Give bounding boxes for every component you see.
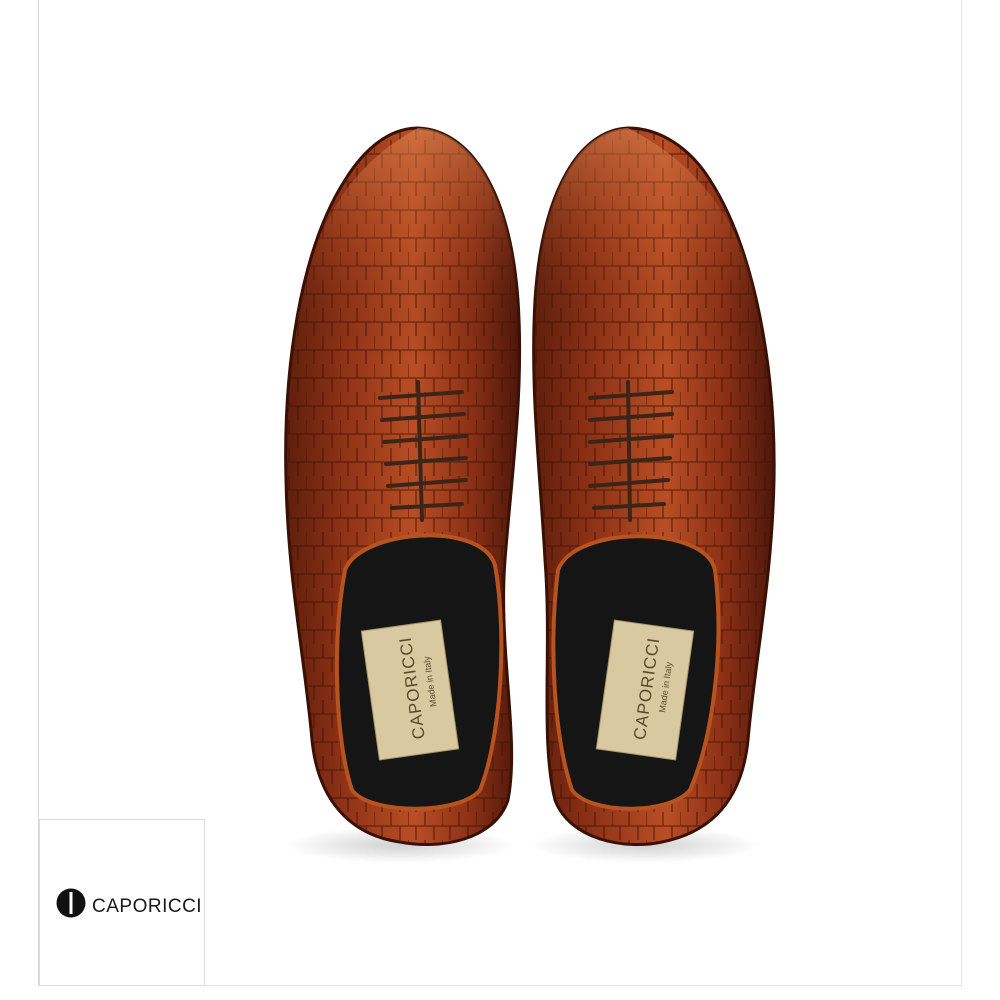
caporicci-logo-icon: [56, 888, 86, 918]
logo-wordmark: CAPORICCI: [92, 896, 203, 917]
left-shoe: CAPORICCI Made in Italy: [284, 126, 522, 846]
brand-logo-thumbnail[interactable]: CAPORICCI: [39, 819, 205, 986]
right-shoe: CAPORICCI Made in Italy: [532, 126, 776, 846]
